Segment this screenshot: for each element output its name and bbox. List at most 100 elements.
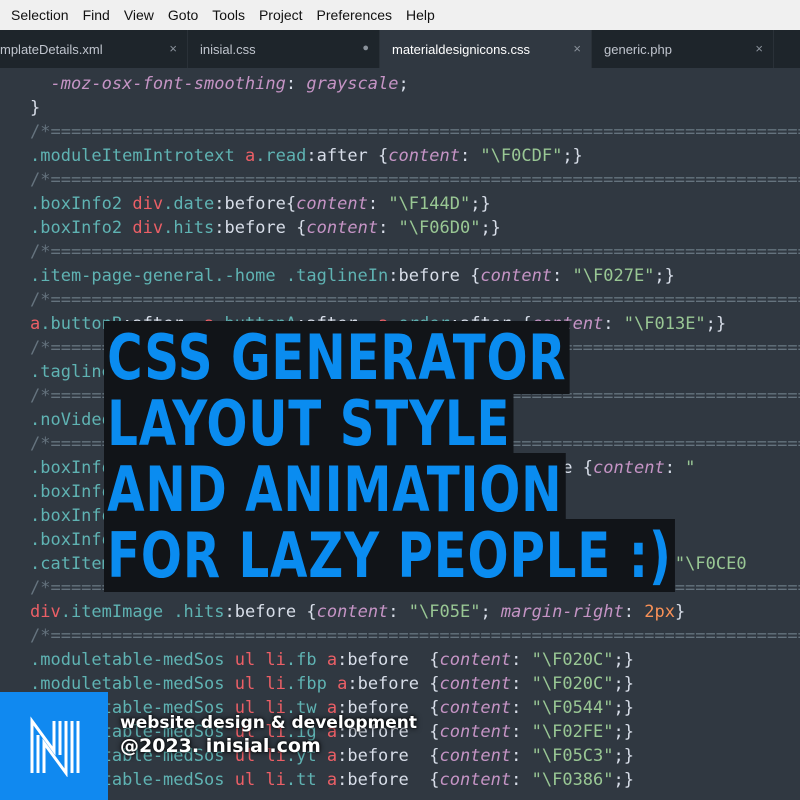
code-token: content [296,194,368,214]
code-token: : [511,698,532,718]
code-line: /*======================================… [30,624,800,648]
code-token: ; [398,74,409,94]
code-line: /*======================================… [30,288,800,312]
code-token: "\F144D" [388,194,471,214]
code-token: ul [224,770,256,790]
code-token: .boxInfo [30,482,112,502]
headline-line-1: CSS GENERATOR [104,321,588,394]
code-token: content [480,266,553,286]
modified-dot-icon[interactable]: ● [362,42,369,54]
code-token: ;} [613,770,634,790]
code-token: li [255,674,286,694]
code-token: /*======================================… [30,170,800,190]
code-token: .hits [163,218,215,238]
code-token: .date [163,194,215,214]
code-line: .boxInfo2 div.hits:before {content: "\F0… [30,216,501,240]
code-token: content [593,458,665,478]
code-token: : [367,194,389,214]
code-token: content [439,698,512,718]
code-token: /*======================================… [30,122,800,142]
code-token: a [316,770,338,790]
menu-item-selection[interactable]: Selection [4,7,76,23]
close-icon[interactable]: × [755,41,763,56]
code-token: a [234,146,256,166]
code-line: .moduletable-medSos ul li.fb a:before {c… [30,648,634,672]
code-token: : [511,770,532,790]
code-token: div [122,218,164,238]
menu-item-help[interactable]: Help [399,7,442,23]
code-token: "\F05E" [408,602,481,622]
code-token: : [664,458,686,478]
code-token: a [326,674,348,694]
code-token: .moduletable-medSos [30,674,225,694]
brand-tagline: website design & development [120,713,417,733]
code-token: .-home [214,266,276,286]
code-token: div [30,602,61,622]
menu-bar: Selection Find View Goto Tools Project Prefere… [0,0,800,30]
menu-item-view[interactable]: View [117,7,161,23]
code-token: ;} [705,314,727,334]
code-token: { [429,770,440,790]
code-token: ul [224,674,256,694]
code-token: :after [306,146,379,166]
code-token: ;} [470,194,491,214]
code-token: li [255,770,286,790]
close-icon[interactable]: × [573,41,581,56]
tab-4[interactable]: × [774,30,800,68]
code-token: { [429,746,440,766]
code-token: :before [224,602,307,622]
code-token: .read [255,146,307,166]
menu-item-preferences[interactable]: Preferences [310,7,399,23]
code-token: ;} [613,698,634,718]
code-token: .itemImage [60,602,164,622]
code-token: .fb [285,650,317,670]
tab-label: materialdesignicons.css [392,41,531,57]
code-token: ;} [654,266,675,286]
brand-text: website design & development @2023. inis… [120,712,417,758]
code-token: : [511,650,532,670]
code-token: content [316,602,389,622]
code-token: { [429,674,440,694]
code-token: a [316,650,338,670]
close-icon[interactable]: × [169,41,177,56]
code-line: .moduletable-medSos ul li.fbp a:before {… [30,672,634,696]
tab-0[interactable]: mplateDetails.xml × [0,30,188,68]
code-token: "\F0CE0 [674,554,747,574]
code-token: 2px [644,602,675,622]
menu-item-find[interactable]: Find [76,7,117,23]
tab-2[interactable]: materialdesignicons.css × [380,30,592,68]
code-token: /*======================================… [30,242,800,262]
code-token: ;} [613,650,634,670]
tab-1[interactable]: inisial.css ● [188,30,380,68]
code-token: .boxInfo2 [30,194,123,214]
headline-line-2: LAYOUT STYLE [104,387,588,460]
code-token: { [296,218,307,238]
code-line: } [30,96,40,120]
code-line: .item-page-general.-home .taglineIn:befo… [30,264,675,288]
menu-item-goto[interactable]: Goto [161,7,205,23]
menu-item-tools[interactable]: Tools [205,7,252,23]
tab-3[interactable]: generic.php × [592,30,774,68]
code-token: :before [337,770,430,790]
code-token: ;} [480,218,501,238]
code-token: .noVideo [30,410,112,430]
code-token: :before [214,194,286,214]
code-token: ;} [613,722,634,742]
code-token: "\F027E" [572,266,655,286]
code-token: : [623,602,645,622]
code-token: content [439,770,512,790]
code-token: { [378,146,389,166]
code-token: .boxInfo [30,458,112,478]
code-token: :before [214,218,297,238]
code-token: "\F020C" [531,674,614,694]
code-token: margin-right [500,602,624,622]
code-token: : [388,602,409,622]
code-token: content [439,746,512,766]
code-line: div.itemImage .hits:before {content: "\F… [30,600,685,624]
code-token: :before [388,266,471,286]
code-token: "\F0544" [531,698,614,718]
menu-item-project[interactable]: Project [252,7,310,23]
brand-logo [0,692,108,800]
brand-copyright: @2023. inisial.com [120,735,321,757]
code-token: .taglineIn [275,266,389,286]
